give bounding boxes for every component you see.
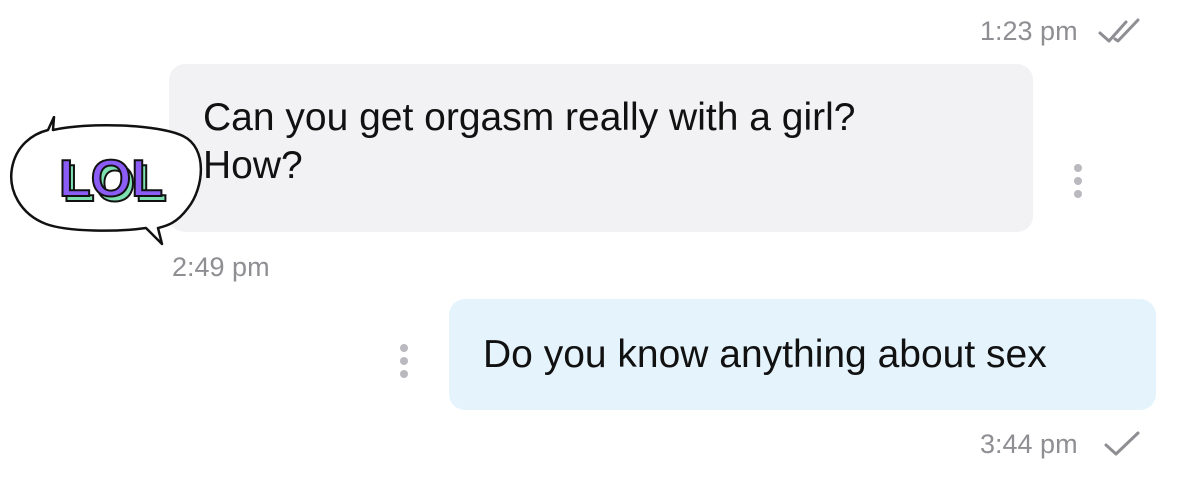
message-text: Can you get orgasm really with a girl? H… bbox=[203, 96, 856, 187]
message-timestamp: 1:23 pm bbox=[980, 16, 1078, 46]
message-options-icon[interactable] bbox=[398, 344, 410, 384]
message-timestamp: 3:44 pm bbox=[980, 429, 1078, 459]
lol-sticker[interactable]: LOL LOL bbox=[8, 116, 208, 251]
message-timestamp: 2:49 pm bbox=[172, 252, 270, 282]
message-options-icon[interactable] bbox=[1072, 164, 1084, 204]
svg-text:LOL: LOL bbox=[59, 150, 163, 208]
single-check-icon bbox=[1104, 431, 1140, 456]
double-check-icon bbox=[1098, 18, 1140, 43]
incoming-message-bubble[interactable]: Can you get orgasm really with a girl? H… bbox=[169, 64, 1033, 232]
chat-canvas: 1:23 pm Can you get orgasm really with a… bbox=[0, 0, 1200, 501]
outgoing-message-bubble[interactable]: Do you know anything about sex bbox=[449, 299, 1156, 410]
message-text: Do you know anything about sex bbox=[483, 333, 1047, 376]
